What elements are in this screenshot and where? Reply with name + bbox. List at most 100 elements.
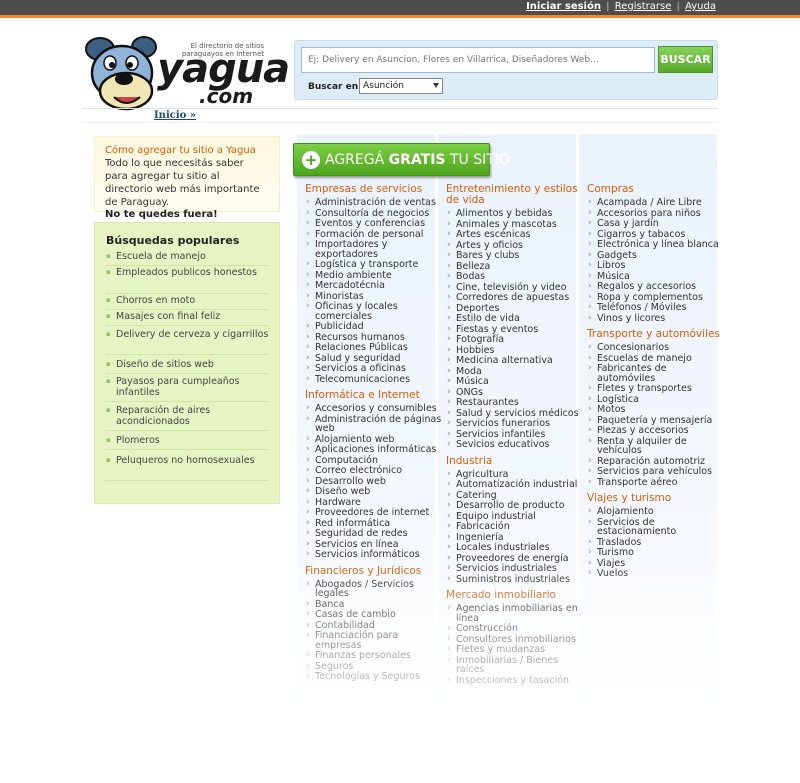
subcategory-link[interactable]: Logística [587,394,725,405]
subcategory-link[interactable]: Medio ambiente [305,270,443,281]
subcategory-link[interactable]: Fabricantes de automóviles [587,364,725,383]
subcategory-link[interactable]: Hardware [305,497,443,508]
subcategory-link[interactable]: Correo electrónico [305,466,443,476]
category-title[interactable]: Transporte y automóviles [587,329,725,340]
subcategory-link[interactable]: Corredores de apuestas [446,293,584,303]
category-title[interactable]: Informática e Internet [305,390,443,401]
subcategory-link[interactable]: Piezas y accesorios [587,426,725,436]
subcategory-link[interactable]: Formación de personal [305,229,443,240]
subcategory-link[interactable]: Relaciones Públicas [305,343,443,353]
subcategory-link[interactable]: Paquetería y mensajería [587,415,725,426]
subcategory-link[interactable]: Bodas [446,272,584,282]
subcategory-link[interactable]: Animales y mascotas [446,219,584,230]
subcategory-link[interactable]: Proveedores de internet [305,508,443,518]
subcategory-link[interactable]: Agencias inmobiliarias en línea [446,604,584,623]
subcategory-link[interactable]: Servicios a oficinas [305,364,443,374]
subcategory-link[interactable]: Oficinas y locales comerciales [305,302,443,321]
how-to-add-title[interactable]: Cómo agregar tu sitio a Yagua [105,145,269,156]
subcategory-link[interactable]: Mercadotécnia [305,281,443,291]
subcategory-link[interactable]: Desarrollo de producto [446,501,584,511]
subcategory-link[interactable]: Automatización industrial [446,480,584,490]
subcategory-link[interactable]: Vuelos [587,569,725,579]
subcategory-link[interactable]: Renta y alquiler de vehículos [587,436,725,456]
subcategory-link[interactable]: Logística y transporte [305,260,443,270]
subcategory-link[interactable]: Recursos humanos [305,332,443,343]
subcategory-link[interactable]: Estilo de vida [446,314,584,324]
subcategory-link[interactable]: Alimentos y bebidas [446,209,584,219]
category-title[interactable]: Entretenimiento y estilos de vida [446,184,584,206]
subcategory-link[interactable]: Viajes [587,558,725,569]
subcategory-link[interactable]: Medicina alternativa [446,356,584,366]
subcategory-link[interactable]: Proveedores de energía [446,553,584,564]
subcategory-link[interactable]: Salud y servicios médicos [446,408,584,419]
popular-search-item[interactable]: Empleados publicos honestos [105,267,269,294]
subcategory-link[interactable]: Salud y seguridad [305,353,443,364]
subcategory-link[interactable]: Servicios para vehículos [587,467,725,477]
subcategory-link[interactable]: Administración de ventas [305,198,443,208]
subcategory-link[interactable]: Abogados / Servicios legales [305,579,443,599]
subcategory-link[interactable]: Bares y clubs [446,251,584,261]
subcategory-link[interactable]: Deportes [446,303,584,314]
subcategory-link[interactable]: Artes y oficios [446,240,584,251]
popular-search-item[interactable]: Peluqueros no homosexuales [105,455,269,481]
popular-search-item[interactable]: Masajes con final feliz [105,311,269,326]
subcategory-link[interactable]: Artes escénicas [446,230,584,240]
subcategory-link[interactable]: Importadores y exportadores [305,240,443,259]
subcategory-link[interactable]: Fletes y transportes [587,384,725,394]
subcategory-link[interactable]: Servicios funerarios [446,419,584,429]
subcategory-link[interactable]: Contabilidad [305,620,443,631]
category-title[interactable]: Viajes y turismo [587,493,725,504]
subcategory-link[interactable]: Libros [587,261,725,271]
search-input[interactable] [301,47,655,73]
subcategory-link[interactable]: Motos [587,405,725,415]
subcategory-link[interactable]: Fabricación [446,522,584,532]
subcategory-link[interactable]: Servicios en línea [305,539,443,550]
category-title[interactable]: Empresas de servicios [305,184,443,195]
subcategory-link[interactable]: Aplicaciones informáticas [305,445,443,455]
subcategory-link[interactable]: Restaurantes [446,398,584,408]
subcategory-link[interactable]: Consultores inmobiliarios [446,634,584,645]
subcategory-link[interactable]: Tecnologías y Seguros [305,672,443,682]
subcategory-link[interactable]: Turismo [587,548,725,558]
subcategory-link[interactable]: Red informática [305,518,443,529]
add-site-free-button[interactable]: + AGREGÁ GRATIS TU SITIO [293,143,510,176]
subcategory-link[interactable]: Moda [446,366,584,377]
breadcrumb-home[interactable]: Inicio » [154,110,196,121]
popular-search-item[interactable]: Diseño de sitios web [105,359,269,374]
popular-search-item[interactable]: Delivery de cerveza y cigarrillos [105,329,269,355]
subcategory-link[interactable]: Fotografía [446,335,584,345]
subcategory-link[interactable]: Sevicios educativos [446,440,584,450]
subcategory-link[interactable]: Teléfonos / Móviles [587,303,725,313]
category-title[interactable]: Mercado inmobiliario [446,590,584,601]
subcategory-link[interactable]: Publicidad [305,322,443,332]
subcategory-link[interactable]: Locales industriales [446,543,584,553]
search-button[interactable]: BUSCAR [658,46,713,73]
subcategory-link[interactable]: Construcción [446,624,584,634]
subcategory-link[interactable]: Fletes y mudanzas [446,645,584,655]
subcategory-link[interactable]: Financiación para empresas [305,631,443,650]
subcategory-link[interactable]: Ropa y complementos [587,292,725,303]
subcategory-link[interactable]: Gadgets [587,250,725,261]
popular-search-item[interactable]: Chorros en moto [105,295,269,310]
subcategory-link[interactable]: Suministros industriales [446,574,584,585]
login-link[interactable]: Iniciar sesión [526,1,601,12]
subcategory-link[interactable]: Alojamiento web [305,434,443,445]
subcategory-link[interactable]: Agricultura [446,469,584,480]
category-title[interactable]: Compras [587,184,725,195]
subcategory-link[interactable]: Servicios de estacionamiento [587,517,725,537]
subcategory-link[interactable]: Fiestas y eventos [446,324,584,335]
subcategory-link[interactable]: Regalos y accesorios [587,282,725,292]
popular-search-item[interactable]: Payasos para cumpleaños infantiles [105,376,269,402]
subcategory-link[interactable]: Accesorios y consumibles [305,404,443,414]
subcategory-link[interactable]: Música [446,377,584,387]
subcategory-link[interactable]: Hobbies [446,345,584,356]
subcategory-link[interactable]: Diseño web [305,487,443,497]
subcategory-link[interactable]: Servicios informáticos [305,550,443,560]
popular-search-item[interactable]: Escuela de manejo [105,251,269,266]
subcategory-link[interactable]: Minoristas [305,291,443,302]
popular-search-item[interactable]: Reparación de aires acondicionados [105,405,269,431]
subcategory-link[interactable]: Música [587,271,725,282]
subcategory-link[interactable]: Eventos y conferencias [305,219,443,229]
category-title[interactable]: Financieros y Jurídicos [305,565,443,577]
subcategory-link[interactable]: Inspecciones y tasación [446,675,584,686]
